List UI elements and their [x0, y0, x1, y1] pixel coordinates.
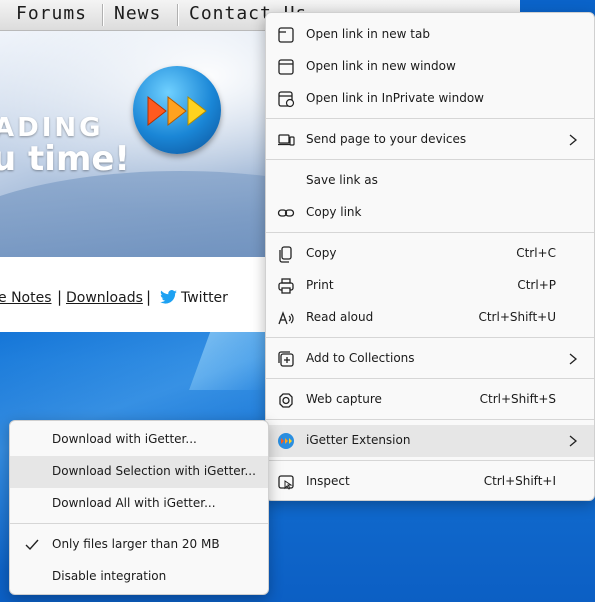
inprivate-icon — [278, 91, 295, 108]
nav-separator — [177, 4, 179, 26]
item-label: Open link in new tab — [306, 27, 430, 41]
banner-tagline: u time! — [0, 139, 130, 179]
copy-item[interactable]: Copy Ctrl+C — [266, 238, 594, 270]
shortcut-label: Ctrl+Shift+I — [483, 474, 556, 488]
menu-separator — [266, 378, 594, 379]
menu-separator — [266, 118, 594, 119]
devices-icon — [278, 134, 295, 146]
shortcut-label: Ctrl+P — [517, 278, 556, 292]
chevron-right-icon — [569, 134, 578, 146]
nav-forums[interactable]: Forums — [16, 3, 87, 24]
new-tab-icon — [278, 27, 294, 43]
nav-separator — [102, 4, 104, 26]
save-link-as-item[interactable]: Save link as — [266, 165, 594, 197]
item-label: Copy — [306, 246, 337, 260]
link-separator: | — [146, 288, 152, 306]
twitter-bird-icon — [160, 290, 177, 304]
menu-separator — [266, 337, 594, 338]
release-notes-link[interactable]: e Notes — [0, 290, 52, 306]
menu-separator — [266, 232, 594, 233]
menu-separator — [266, 419, 594, 420]
igetter-extension-item[interactable]: iGetter Extension — [266, 425, 594, 457]
download-with-igetter-item[interactable]: Download with iGetter... — [10, 424, 268, 456]
item-label: Open link in InPrivate window — [306, 91, 484, 105]
item-label: Disable integration — [52, 569, 167, 583]
fast-forward-icon — [147, 95, 207, 127]
download-selection-item[interactable]: Download Selection with iGetter... — [10, 456, 268, 488]
item-label: Save link as — [306, 173, 378, 187]
item-label: Inspect — [306, 474, 350, 488]
item-label: Web capture — [306, 392, 382, 406]
shortcut-label: Ctrl+Shift+S — [479, 392, 556, 406]
chevron-right-icon — [569, 353, 578, 365]
item-label: Send page to your devices — [306, 132, 467, 146]
item-label: Only files larger than 20 MB — [52, 537, 220, 551]
checkmark-icon — [25, 539, 39, 551]
igetter-icon — [278, 433, 294, 449]
item-label: Add to Collections — [306, 351, 415, 365]
item-label: Copy link — [306, 205, 362, 219]
print-icon — [278, 278, 294, 294]
print-item[interactable]: Print Ctrl+P — [266, 270, 594, 302]
igetter-submenu: Download with iGetter... Download Select… — [9, 420, 269, 595]
item-label: Open link in new window — [306, 59, 456, 73]
web-capture-icon — [279, 393, 293, 408]
send-to-devices-item[interactable]: Send page to your devices — [266, 124, 594, 156]
item-label: Download All with iGetter... — [52, 496, 216, 510]
shortcut-label: Ctrl+C — [516, 246, 556, 260]
menu-separator — [266, 460, 594, 461]
add-to-collections-item[interactable]: Add to Collections — [266, 343, 594, 375]
browser-context-menu: Open link in new tab Open link in new wi… — [265, 12, 595, 501]
new-window-icon — [278, 59, 294, 75]
web-capture-item[interactable]: Web capture Ctrl+Shift+S — [266, 384, 594, 416]
open-new-window-item[interactable]: Open link in new window — [266, 51, 594, 83]
open-new-tab-item[interactable]: Open link in new tab — [266, 19, 594, 51]
open-inprivate-item[interactable]: Open link in InPrivate window — [266, 83, 594, 115]
read-aloud-item[interactable]: Read aloud Ctrl+Shift+U — [266, 302, 594, 334]
collections-icon — [278, 351, 294, 367]
inspect-item[interactable]: Inspect Ctrl+Shift+I — [266, 466, 594, 498]
download-all-item[interactable]: Download All with iGetter... — [10, 488, 268, 520]
item-label: Download Selection with iGetter... — [52, 464, 256, 478]
nav-news[interactable]: News — [114, 3, 161, 24]
menu-separator — [266, 159, 594, 160]
shortcut-label: Ctrl+Shift+U — [478, 310, 556, 324]
read-aloud-icon — [278, 311, 294, 325]
item-label: Read aloud — [306, 310, 374, 324]
only-large-files-item[interactable]: Only files larger than 20 MB — [10, 529, 268, 561]
item-label: Download with iGetter... — [52, 432, 197, 446]
chevron-right-icon — [569, 435, 578, 447]
menu-separator — [10, 523, 268, 524]
link-icon — [277, 209, 295, 217]
item-label: Print — [306, 278, 334, 292]
copy-link-item[interactable]: Copy link — [266, 197, 594, 229]
item-label: iGetter Extension — [306, 433, 411, 447]
copy-icon — [279, 246, 292, 263]
link-separator: | — [57, 288, 63, 306]
downloads-link[interactable]: Downloads — [66, 290, 143, 306]
twitter-link[interactable]: Twitter — [181, 290, 228, 306]
disable-integration-item[interactable]: Disable integration — [10, 561, 268, 593]
inspect-icon — [278, 475, 294, 490]
